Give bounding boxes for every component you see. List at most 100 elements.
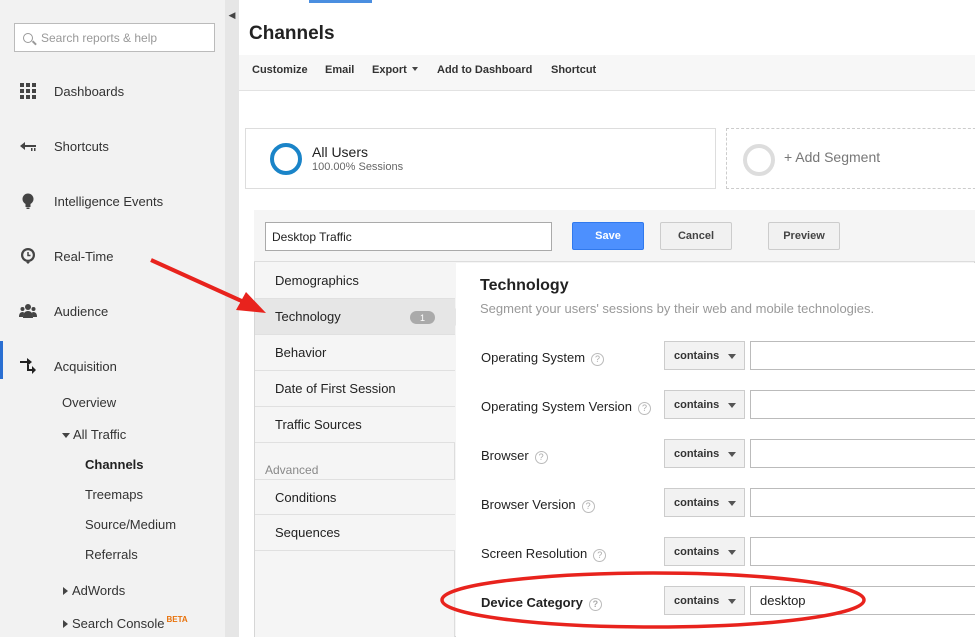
segment-placeholder-ring-icon	[743, 144, 775, 176]
help-icon[interactable]: ?	[591, 353, 605, 366]
grid-icon	[20, 83, 36, 99]
category-sequences[interactable]: Sequences	[255, 515, 455, 551]
beta-badge: BETA	[166, 615, 188, 624]
add-segment-label: + Add Segment	[784, 149, 881, 165]
sidebar-item-intelligence-events[interactable]: Intelligence Events	[0, 186, 225, 216]
field-label-screen-resolution: Screen Resolution?	[481, 546, 607, 562]
operator-select[interactable]: contains	[664, 390, 745, 419]
add-to-dashboard-button[interactable]: Add to Dashboard	[437, 64, 532, 76]
sidebar-item-label: Dashboards	[54, 83, 125, 99]
sidebar-sub-treemaps[interactable]: Treemaps	[85, 487, 143, 502]
category-date-of-first-session[interactable]: Date of First Session	[255, 371, 455, 407]
field-label-text: Screen Resolution	[481, 546, 588, 561]
email-button[interactable]: Email	[325, 64, 354, 76]
sidebar-sub-source-medium[interactable]: Source/Medium	[85, 517, 176, 532]
category-conditions[interactable]: Conditions	[255, 479, 455, 515]
save-button[interactable]: Save	[572, 222, 644, 250]
people-icon	[19, 304, 37, 318]
category-behavior[interactable]: Behavior	[255, 335, 455, 371]
cancel-button[interactable]: Cancel	[660, 222, 732, 250]
operator-select[interactable]: contains	[664, 537, 745, 566]
sidebar-collapse-strip[interactable]	[225, 0, 239, 637]
field-label-text: Operating System Version	[481, 399, 633, 414]
shortcut-arrow-icon	[20, 142, 36, 151]
sidebar-item-dashboards[interactable]: Dashboards	[0, 76, 225, 106]
operator-value: contains	[674, 496, 720, 509]
acquisition-arrows-icon	[20, 358, 36, 374]
condition-count-badge: 1	[410, 311, 435, 324]
collapse-left-icon[interactable]: ◀	[225, 4, 239, 26]
operator-select[interactable]: contains	[664, 488, 745, 517]
customize-button[interactable]: Customize	[252, 64, 308, 76]
help-icon[interactable]: ?	[588, 598, 602, 611]
sidebar-item-real-time[interactable]: Real-Time	[0, 241, 225, 271]
segment-ring-icon	[270, 143, 302, 175]
operator-value: contains	[674, 398, 720, 411]
help-icon[interactable]: ?	[593, 549, 607, 562]
category-label: Technology	[275, 309, 341, 324]
value-input-browser-version[interactable]	[750, 488, 975, 517]
segment-name: All Users	[312, 144, 369, 160]
sidebar-item-label: Shortcuts	[54, 138, 109, 154]
caret-down-icon	[411, 67, 418, 71]
caret-down-icon	[728, 354, 736, 359]
value-input-operating-system[interactable]	[750, 341, 975, 370]
value-input-screen-resolution[interactable]	[750, 537, 975, 566]
search-icon	[23, 32, 33, 43]
sidebar-sub-label: Search Console	[72, 616, 165, 631]
help-icon[interactable]: ?	[581, 500, 595, 513]
sidebar-sub-channels[interactable]: Channels	[85, 457, 144, 472]
page-title: Channels	[249, 23, 335, 44]
sidebar-sub-overview[interactable]: Overview	[62, 395, 116, 410]
caret-down-icon	[728, 403, 736, 408]
operator-select[interactable]: contains	[664, 439, 745, 468]
search-input[interactable]: Search reports & help	[14, 23, 215, 52]
sidebar-sub-label: AdWords	[72, 583, 126, 598]
sidebar-item-shortcuts[interactable]: Shortcuts	[0, 131, 225, 161]
caret-down-icon	[728, 452, 736, 457]
export-button[interactable]: Export	[372, 64, 418, 76]
preview-button[interactable]: Preview	[768, 222, 840, 250]
sidebar-item-label: Acquisition	[54, 358, 117, 374]
shortcut-button[interactable]: Shortcut	[551, 64, 596, 76]
help-icon[interactable]: ?	[638, 402, 652, 415]
field-label-browser: Browser?	[481, 448, 548, 464]
report-toolbar: Customize Email Export Add to Dashboard …	[239, 55, 975, 91]
field-label-text: Browser Version	[481, 497, 576, 512]
value-input-operating-system-version[interactable]	[750, 390, 975, 419]
help-icon[interactable]: ?	[534, 451, 548, 464]
field-label-operating-system: Operating System?	[481, 350, 605, 366]
operator-value: contains	[674, 349, 720, 362]
sidebar-item-acquisition[interactable]: Acquisition	[0, 341, 225, 381]
operator-select[interactable]: contains	[664, 586, 745, 615]
value-input-device-category[interactable]: desktop	[750, 586, 975, 615]
caret-down-icon	[728, 550, 736, 555]
category-demographics[interactable]: Demographics	[255, 263, 455, 299]
caret-down-icon	[728, 599, 736, 604]
field-label-browser-version: Browser Version?	[481, 497, 595, 513]
chevron-down-icon	[62, 433, 70, 438]
field-label-device-category: Device Category?	[481, 595, 602, 611]
sidebar-sub-all-traffic[interactable]: All Traffic	[62, 427, 126, 442]
value-input-browser[interactable]	[750, 439, 975, 468]
segment-all-users[interactable]: All Users 100.00% Sessions	[245, 128, 716, 189]
sidebar-sub-search-console[interactable]: Search Console BETA	[63, 615, 188, 631]
category-traffic-sources[interactable]: Traffic Sources	[255, 407, 455, 443]
section-title: Technology	[480, 277, 569, 294]
field-label-operating-system-version: Operating System Version?	[481, 399, 652, 415]
category-technology[interactable]: Technology 1	[255, 299, 464, 335]
sidebar-item-audience[interactable]: Audience	[0, 296, 225, 326]
sidebar-sub-referrals[interactable]: Referrals	[85, 547, 138, 562]
field-label-text: Browser	[481, 448, 529, 463]
caret-down-icon	[728, 501, 736, 506]
operator-select[interactable]: contains	[664, 341, 745, 370]
sidebar-item-label: Intelligence Events	[54, 193, 164, 209]
sidebar-sub-adwords[interactable]: AdWords	[63, 583, 125, 598]
search-placeholder: Search reports & help	[41, 30, 158, 45]
add-segment-button[interactable]: + Add Segment	[726, 128, 975, 189]
operator-value: contains	[674, 594, 720, 607]
segment-name-input[interactable]	[265, 222, 552, 251]
chevron-right-icon	[63, 587, 68, 595]
advanced-heading: Advanced	[265, 463, 319, 477]
operator-value: contains	[674, 447, 720, 460]
